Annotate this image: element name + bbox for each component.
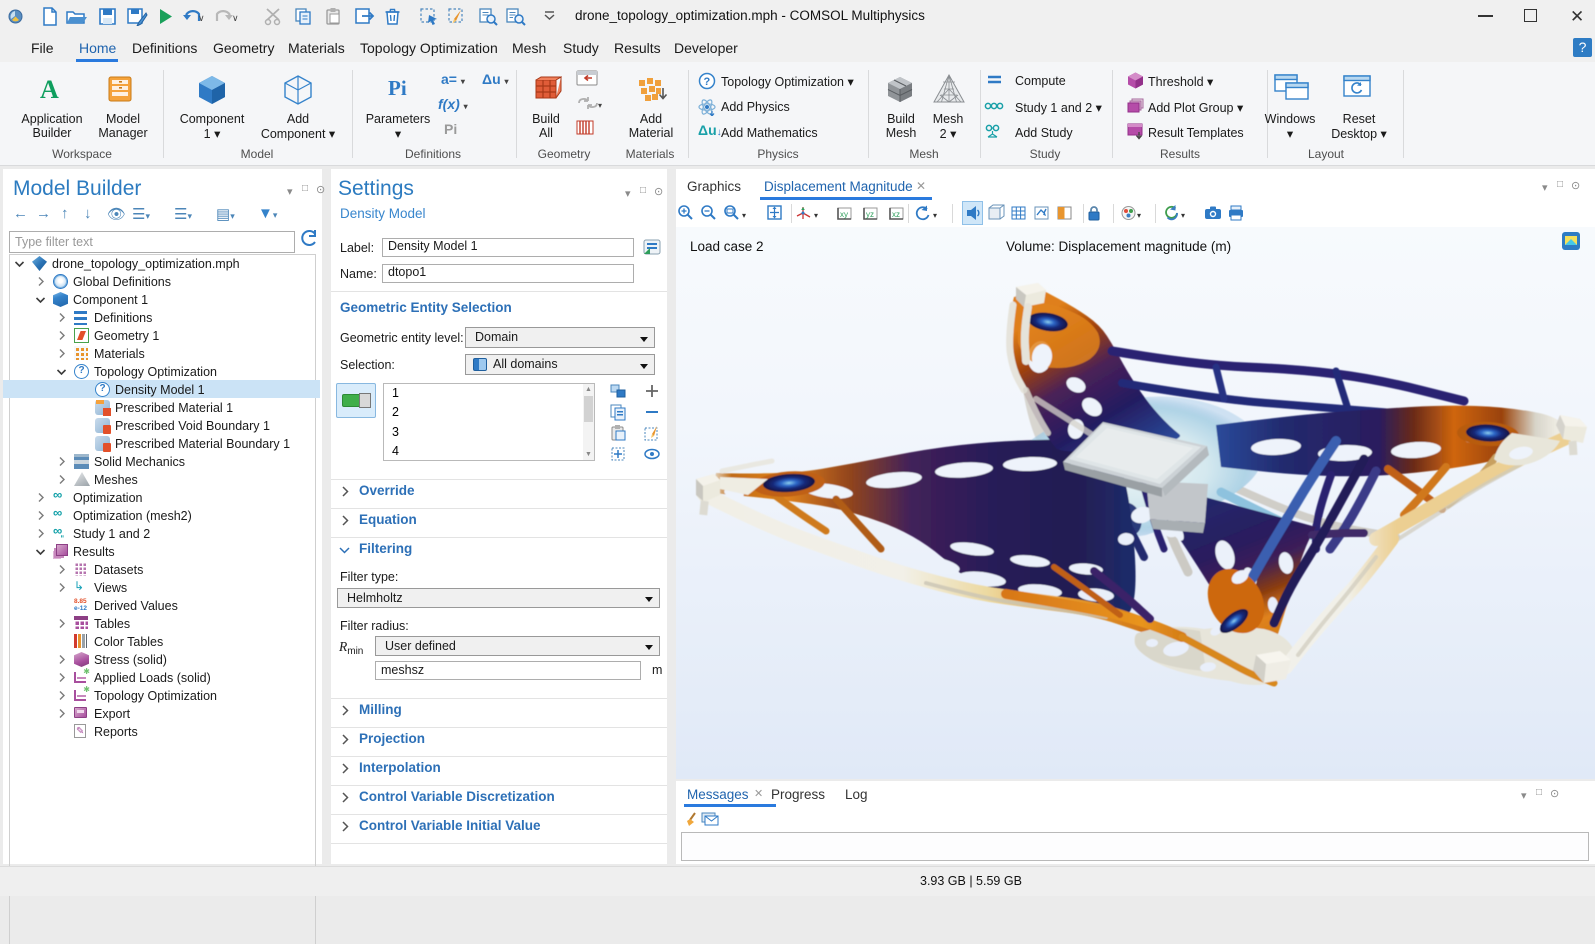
svg-text:∨: ∨ bbox=[232, 13, 238, 23]
svg-text:▾: ▾ bbox=[598, 101, 602, 110]
svg-text:xz: xz bbox=[892, 210, 900, 219]
svg-text:yz: yz bbox=[866, 210, 874, 219]
svg-text:xy: xy bbox=[840, 210, 848, 219]
svg-text:?: ? bbox=[704, 76, 711, 88]
svg-text:A: A bbox=[40, 75, 59, 104]
svg-text:∨: ∨ bbox=[198, 13, 204, 23]
